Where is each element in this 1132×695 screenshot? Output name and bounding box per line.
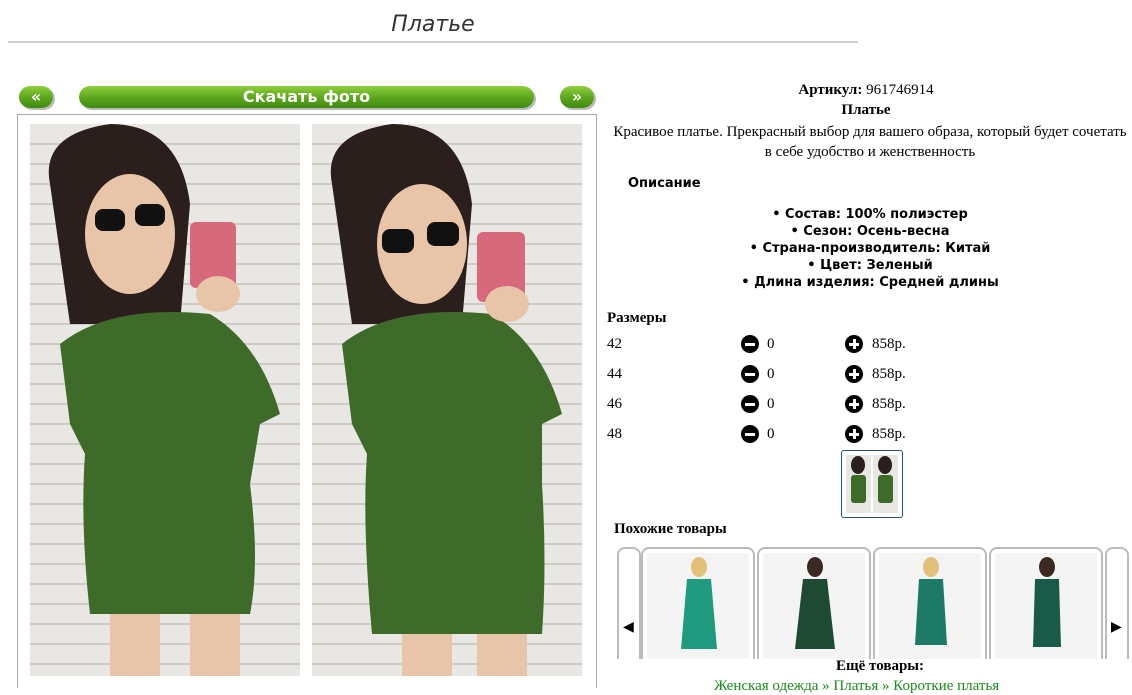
similar-product-card[interactable]: [757, 547, 871, 659]
decrease-quantity-icon[interactable]: [741, 365, 759, 383]
size-row: 42 0 858р.: [607, 333, 927, 355]
size-price: 858р.: [872, 366, 906, 382]
similar-product-card[interactable]: [989, 547, 1103, 659]
size-row: 46 0 858р.: [607, 393, 927, 415]
similar-product-card[interactable]: [873, 547, 987, 659]
download-photo-button[interactable]: Скачать фото: [79, 86, 534, 108]
product-name: Платье: [841, 102, 891, 118]
size-row: 48 0 858р.: [607, 423, 927, 445]
product-photo: [17, 114, 597, 688]
spec-item: Страна-производитель: Китай: [600, 240, 1132, 257]
size-price: 858р.: [872, 396, 906, 412]
next-photo-button[interactable]: »: [560, 86, 594, 108]
size-label: 44: [607, 366, 622, 382]
similar-title: Похожие товары: [614, 521, 727, 537]
size-label: 46: [607, 396, 622, 412]
left-arrow-icon: ◀: [623, 619, 634, 635]
size-row: 44 0 858р.: [607, 363, 927, 385]
size-quantity: 0: [767, 426, 775, 442]
photo-panel-right: [312, 124, 582, 676]
similar-prev-button[interactable]: ◀: [617, 547, 641, 659]
size-quantity: 0: [767, 396, 775, 412]
increase-quantity-icon[interactable]: [845, 335, 863, 353]
size-price: 858р.: [872, 426, 906, 442]
right-arrow-icon: ▶: [1111, 619, 1122, 635]
spec-item: Сезон: Осень-весна: [600, 223, 1132, 240]
size-label: 48: [607, 426, 622, 442]
size-label: 42: [607, 336, 622, 352]
decrease-quantity-icon[interactable]: [741, 425, 759, 443]
spec-item: Состав: 100% полиэстер: [600, 206, 1132, 223]
similar-product-card[interactable]: [641, 547, 755, 659]
photo-thumbnail[interactable]: [841, 450, 903, 518]
size-price: 858р.: [872, 336, 906, 352]
spec-item: Цвет: Зеленый: [600, 257, 1132, 274]
size-quantity: 0: [767, 366, 775, 382]
increase-quantity-icon[interactable]: [845, 365, 863, 383]
page-title: Платье: [8, 8, 858, 43]
sku-label: Артикул:: [798, 82, 863, 98]
similar-next-button[interactable]: ▶: [1105, 547, 1129, 659]
increase-quantity-icon[interactable]: [845, 425, 863, 443]
sku-line: Артикул: 961746914: [600, 82, 1132, 99]
decrease-quantity-icon[interactable]: [741, 335, 759, 353]
increase-quantity-icon[interactable]: [845, 395, 863, 413]
size-quantity: 0: [767, 336, 775, 352]
spec-list: Состав: 100% полиэстер Сезон: Осень-весн…: [600, 206, 1132, 291]
prev-photo-button[interactable]: «: [19, 86, 53, 108]
product-description: Красивое платье. Прекрасный выбор для ва…: [613, 124, 1127, 160]
sizes-title: Размеры: [607, 310, 667, 326]
spec-item: Длина изделия: Средней длины: [600, 274, 1132, 291]
photo-panel-left: [30, 124, 300, 676]
decrease-quantity-icon[interactable]: [741, 395, 759, 413]
more-products-title: Ещё товары:: [835, 658, 925, 674]
details-title: Описание: [628, 176, 701, 191]
sku-value: 961746914: [866, 82, 934, 98]
